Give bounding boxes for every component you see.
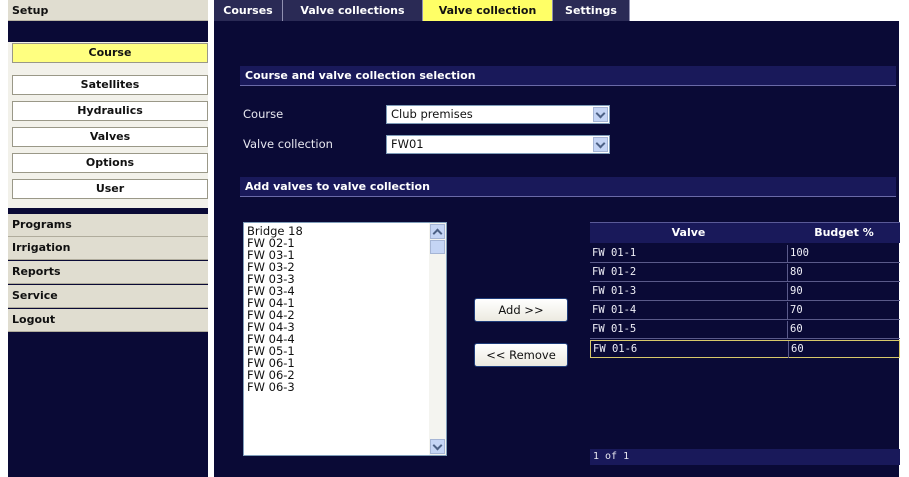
section-title-selection: Course and valve collection selection [240, 66, 896, 86]
valve-collection-select[interactable]: FW01 [386, 135, 610, 154]
column-header-valve[interactable]: Valve [590, 223, 787, 243]
column-header-budget[interactable]: Budget % [788, 223, 900, 243]
table-row[interactable]: FW 01-1 100 [590, 245, 900, 263]
tab-valve-collections[interactable]: Valve collections [283, 0, 423, 21]
right-margin [899, 21, 909, 477]
scroll-up-icon[interactable] [430, 224, 445, 239]
budget-cell: 90 [790, 285, 803, 297]
sidebar-subitem-user[interactable]: User [12, 179, 208, 199]
valve-cell: FW 01-4 [592, 304, 637, 316]
list-item[interactable]: FW 06-3 [244, 381, 428, 393]
sidebar-item-service[interactable]: Service [8, 285, 208, 308]
budget-cell: 60 [790, 323, 803, 335]
tab-settings[interactable]: Settings [553, 0, 630, 21]
valve-cell: FW 01-6 [593, 343, 638, 355]
scroll-thumb[interactable] [430, 240, 445, 254]
sidebar-subitem-options[interactable]: Options [12, 153, 208, 173]
sidebar-subitem-valves[interactable]: Valves [12, 127, 208, 147]
valve-cell: FW 01-2 [592, 266, 637, 278]
sidebar-subitem-hydraulics[interactable]: Hydraulics [12, 101, 208, 121]
valve-collection-select-value: FW01 [391, 137, 424, 151]
table-row[interactable]: FW 01-2 80 [590, 264, 900, 282]
valve-cell: FW 01-1 [592, 247, 637, 259]
left-margin [0, 0, 8, 477]
course-label: Course [243, 107, 284, 121]
sidebar-item-reports[interactable]: Reports [8, 261, 208, 284]
scroll-down-icon[interactable] [430, 439, 445, 454]
table-pager: 1 of 1 [590, 449, 900, 465]
valve-cell: FW 01-3 [592, 285, 637, 297]
tab-valve-collection[interactable]: Valve collection [423, 0, 553, 21]
available-valves-listbox[interactable]: Bridge 18 FW 02-1 FW 03-1 FW 03-2 FW 03-… [243, 222, 447, 456]
listbox-scrollbar[interactable] [429, 223, 446, 455]
course-select[interactable]: Club premises [386, 105, 610, 124]
chevron-down-icon[interactable] [593, 107, 608, 122]
section-title-add-valves: Add valves to valve collection [240, 177, 896, 197]
budget-cell: 100 [790, 247, 809, 259]
available-valves-list: Bridge 18 FW 02-1 FW 03-1 FW 03-2 FW 03-… [244, 225, 428, 393]
sidebar-item-irrigation[interactable]: Irrigation [8, 237, 208, 260]
sidebar-subitem-satellites[interactable]: Satellites [12, 75, 208, 95]
sidebar-subitem-course[interactable]: Course [12, 43, 208, 63]
budget-cell: 60 [791, 343, 804, 355]
valve-cell: FW 01-5 [592, 323, 637, 335]
table-row[interactable]: FW 01-5 60 [590, 321, 900, 339]
table-row[interactable]: FW 01-4 70 [590, 302, 900, 320]
valve-collection-label: Valve collection [243, 137, 333, 151]
chevron-down-icon[interactable] [593, 137, 608, 152]
course-select-value: Club premises [391, 107, 473, 121]
remove-button[interactable]: << Remove [474, 343, 568, 367]
sidebar-item-logout[interactable]: Logout [8, 309, 208, 332]
sidebar-header-setup[interactable]: Setup [8, 0, 208, 21]
table-header: Valve Budget % [590, 222, 900, 243]
table-row[interactable]: FW 01-3 90 [590, 283, 900, 301]
budget-cell: 80 [790, 266, 803, 278]
budget-cell: 70 [790, 304, 803, 316]
add-button[interactable]: Add >> [474, 298, 568, 322]
tab-courses[interactable]: Courses [214, 0, 283, 21]
table-row-selected[interactable]: FW 01-6 60 [590, 340, 900, 358]
sidebar-item-programs[interactable]: Programs [8, 214, 208, 237]
